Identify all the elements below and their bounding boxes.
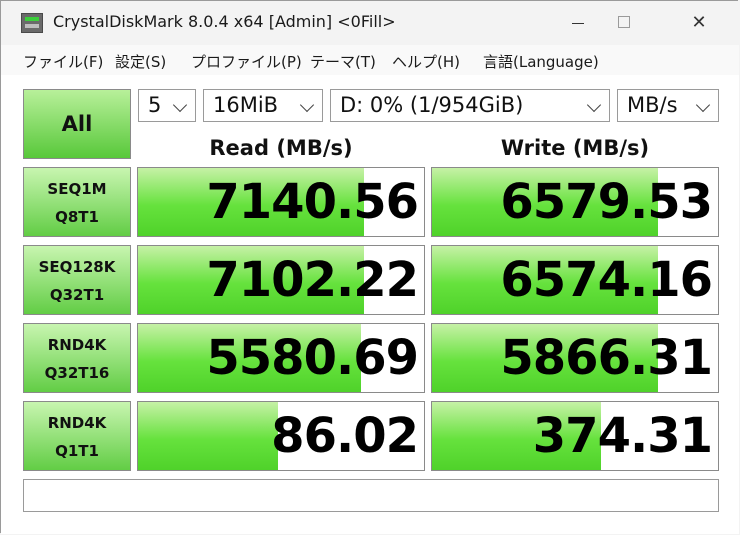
drive-select[interactable]: D: 0% (1/954GiB) [330, 89, 610, 122]
minimize-button[interactable] [555, 1, 601, 45]
maximize-button[interactable] [601, 1, 647, 45]
write-result-seq128k-q32t1: 6574.16 [431, 245, 719, 315]
menu-language[interactable]: 言語(Language) [483, 51, 599, 72]
test-params: Q32T16 [44, 364, 110, 382]
test-name: SEQ128K [38, 258, 116, 276]
menu-settings[interactable]: 設定(S) [115, 51, 166, 72]
write-speed-value: 6579.53 [500, 174, 713, 230]
menu-profile[interactable]: プロファイル(P) [191, 51, 302, 72]
read-result-seq1m-q8t1: 7140.56 [137, 167, 425, 237]
test-button-seq128k-q32t1[interactable]: SEQ128K Q32T1 [23, 245, 131, 315]
read-speed-value: 7102.22 [206, 252, 419, 308]
chevron-down-icon [695, 97, 711, 113]
chevron-down-icon [172, 97, 188, 113]
read-speed-bar [138, 402, 279, 470]
write-speed-value: 5866.31 [500, 330, 713, 386]
read-speed-value: 7140.56 [206, 174, 419, 230]
minimize-icon [572, 23, 584, 24]
crystaldiskmark-app-icon [21, 13, 43, 33]
window-title: CrystalDiskMark 8.0.4 x64 [Admin] <0Fill… [53, 12, 396, 31]
read-speed-value: 5580.69 [206, 330, 419, 386]
read-speed-value: 86.02 [271, 408, 419, 464]
test-name: SEQ1M [47, 180, 107, 198]
menu-theme[interactable]: テーマ(T) [310, 51, 376, 72]
test-name: RND4K [47, 336, 107, 354]
maximize-icon [618, 16, 630, 28]
read-column-header: Read (MB/s) [209, 136, 353, 160]
test-size-select[interactable]: 16MiB [203, 89, 323, 122]
unit-select[interactable]: MB/s [617, 89, 719, 122]
test-button-seq1m-q8t1[interactable]: SEQ1M Q8T1 [23, 167, 131, 237]
write-column-header: Write (MB/s) [500, 136, 650, 160]
read-result-rnd4k-q1t1: 86.02 [137, 401, 425, 471]
close-button[interactable]: ✕ [673, 1, 725, 45]
test-params: Q1T1 [55, 442, 99, 460]
title-bar[interactable]: CrystalDiskMark 8.0.4 x64 [Admin] <0Fill… [1, 1, 739, 45]
menu-file[interactable]: ファイル(F) [23, 51, 103, 72]
test-button-rnd4k-q1t1[interactable]: RND4K Q1T1 [23, 401, 131, 471]
close-icon: ✕ [691, 12, 707, 33]
test-params: Q32T1 [49, 286, 105, 304]
read-result-rnd4k-q32t16: 5580.69 [137, 323, 425, 393]
write-speed-value: 6574.16 [500, 252, 713, 308]
chevron-down-icon [586, 97, 602, 113]
comment-input[interactable] [23, 479, 719, 512]
test-count-value: 5 [148, 93, 162, 117]
write-result-rnd4k-q32t16: 5866.31 [431, 323, 719, 393]
all-button[interactable]: All [23, 89, 131, 159]
test-count-select[interactable]: 5 [138, 89, 196, 122]
write-result-seq1m-q8t1: 6579.53 [431, 167, 719, 237]
test-button-rnd4k-q32t16[interactable]: RND4K Q32T16 [23, 323, 131, 393]
write-speed-value: 374.31 [532, 408, 713, 464]
drive-value: D: 0% (1/954GiB) [340, 93, 524, 117]
app-window: CrystalDiskMark 8.0.4 x64 [Admin] <0Fill… [0, 0, 739, 534]
write-result-rnd4k-q1t1: 374.31 [431, 401, 719, 471]
chevron-down-icon [299, 97, 315, 113]
unit-value: MB/s [627, 93, 678, 117]
menu-help[interactable]: ヘルプ(H) [392, 51, 460, 72]
test-name: RND4K [47, 414, 107, 432]
test-params: Q8T1 [55, 208, 99, 226]
test-size-value: 16MiB [213, 93, 279, 117]
read-result-seq128k-q32t1: 7102.22 [137, 245, 425, 315]
menu-bar: ファイル(F) 設定(S) プロファイル(P) テーマ(T) ヘルプ(H) 言語… [1, 45, 739, 75]
